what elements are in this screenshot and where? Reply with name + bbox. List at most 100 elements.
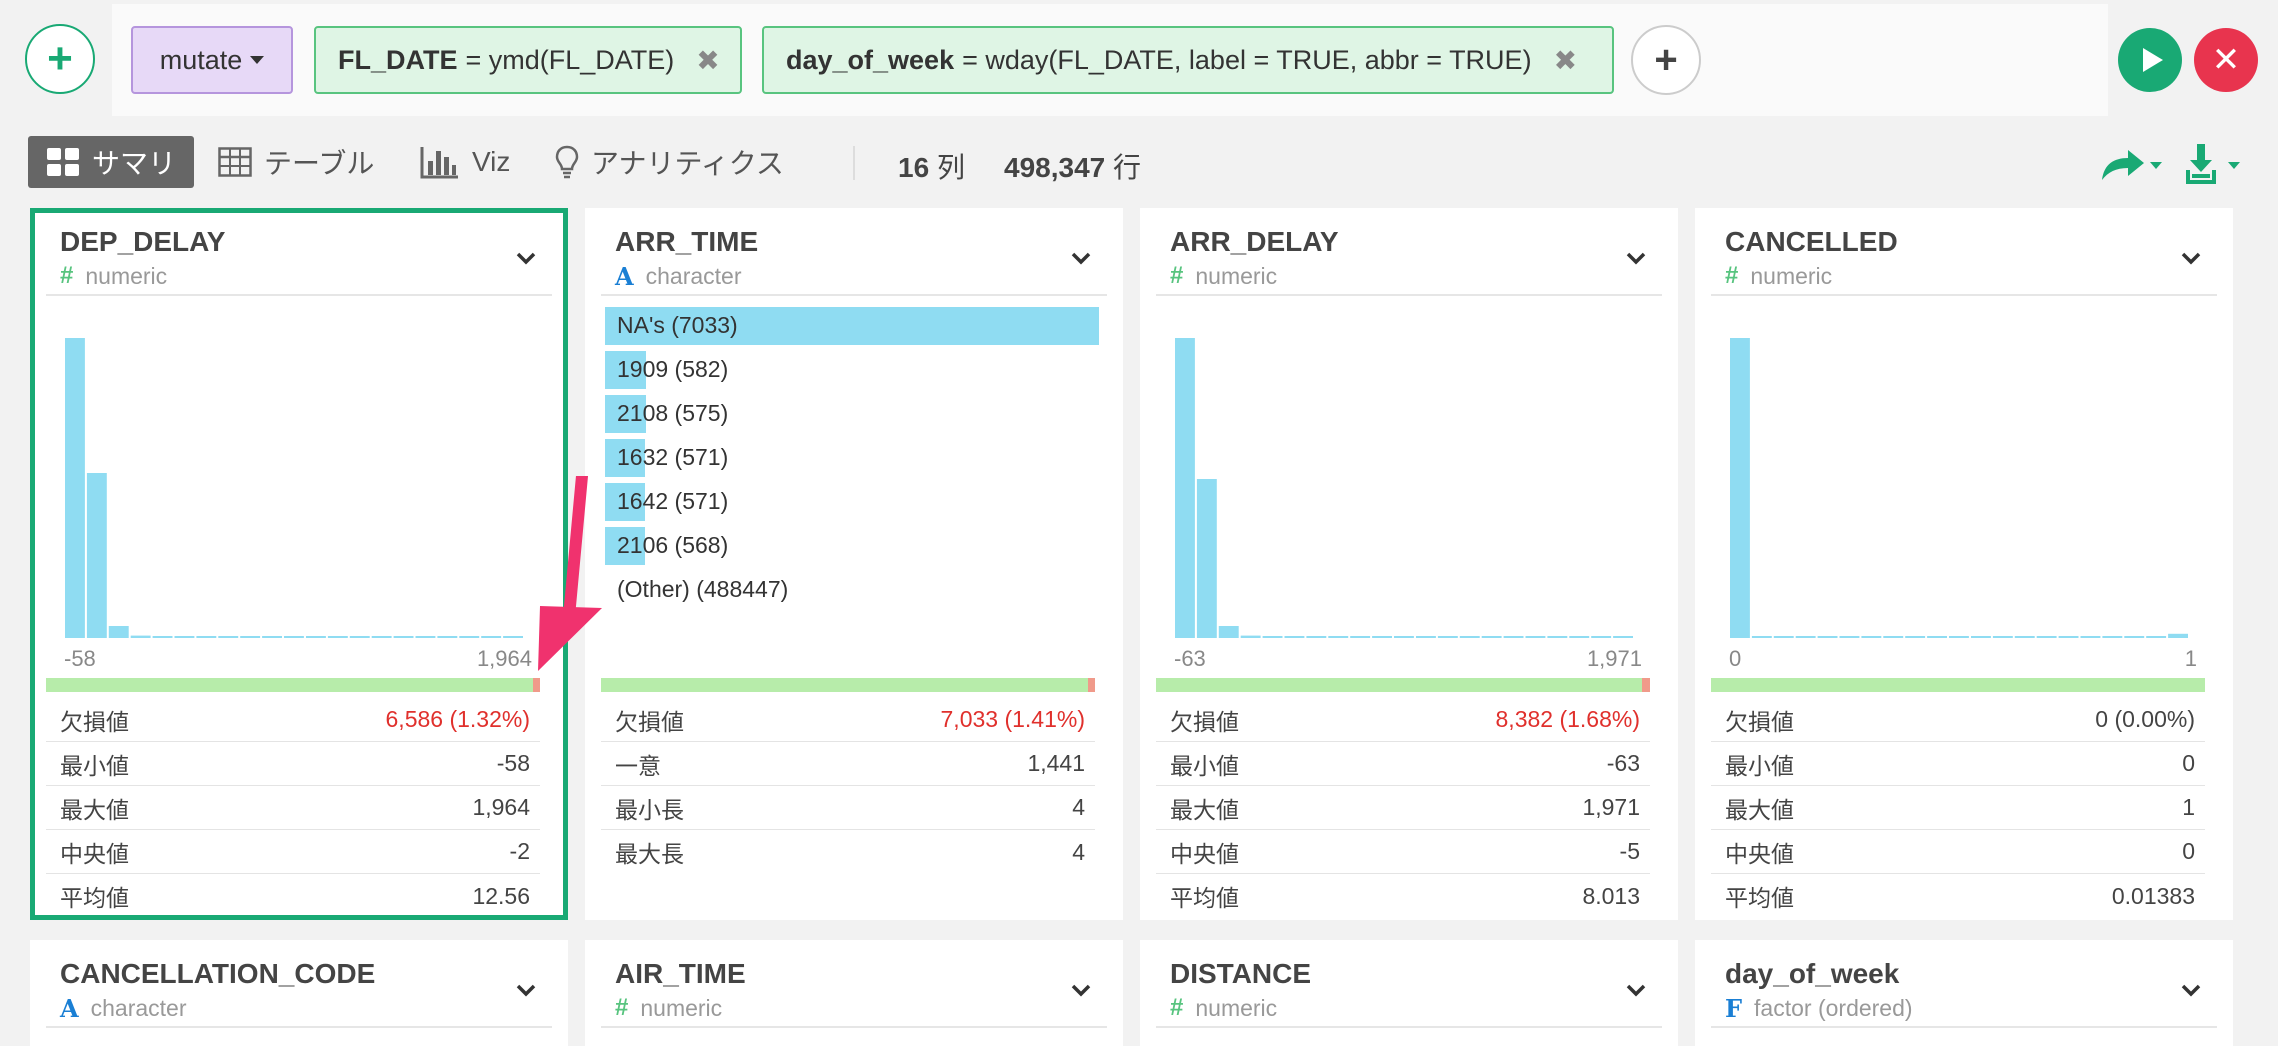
chevron-down-icon[interactable] — [516, 980, 536, 1000]
histogram-bar[interactable] — [174, 636, 195, 638]
histogram-bar[interactable] — [284, 636, 304, 638]
histogram-bar[interactable] — [415, 636, 436, 638]
tab-analytics[interactable]: アナリティクス — [555, 136, 784, 188]
histogram-bar[interactable] — [1416, 636, 1436, 638]
histogram-bar[interactable] — [393, 636, 414, 638]
histogram-bar[interactable] — [1240, 635, 1261, 638]
chevron-down-icon[interactable] — [2181, 980, 2201, 1000]
histogram-bar[interactable] — [1372, 636, 1392, 638]
histogram-bar[interactable] — [240, 636, 261, 638]
histogram-bar[interactable] — [1284, 636, 1305, 638]
histogram-bar[interactable] — [1992, 636, 2013, 638]
histogram-bar[interactable] — [371, 636, 392, 638]
top-value-row[interactable]: 1632 (571) — [605, 436, 1099, 480]
histogram-bar[interactable] — [1883, 636, 1904, 638]
histogram-bar[interactable] — [1927, 636, 1947, 638]
histogram-bar[interactable] — [459, 636, 480, 638]
histogram-bar[interactable] — [130, 635, 151, 638]
histogram-bar[interactable] — [1613, 636, 1633, 638]
column-card-day-of-week[interactable]: day_of_week Ffactor (ordered) — [1695, 940, 2233, 1046]
histogram-bar[interactable] — [1971, 636, 1991, 638]
histogram-bar[interactable] — [503, 636, 523, 638]
histogram-bar[interactable] — [1262, 636, 1283, 638]
remove-token-icon[interactable]: ✖ — [1554, 44, 1577, 77]
histogram-bar[interactable] — [1218, 626, 1239, 638]
chevron-down-icon[interactable] — [1626, 980, 1646, 1000]
add-step-button[interactable]: + — [25, 24, 95, 94]
histogram-bar[interactable] — [349, 636, 370, 638]
histogram-bar[interactable] — [1306, 636, 1327, 638]
histogram-bar[interactable] — [1817, 636, 1838, 638]
histogram-bar[interactable] — [1196, 479, 1217, 638]
histogram-bar[interactable] — [1394, 636, 1414, 638]
histogram-bar[interactable] — [1795, 636, 1816, 638]
top-value-row[interactable]: 1642 (571) — [605, 480, 1099, 524]
export-dropdown[interactable] — [2182, 142, 2252, 188]
column-card-dep-delay[interactable]: DEP_DELAY # numeric -58 1,964 欠損値 6,586 (1.32%… — [30, 208, 568, 920]
tab-viz[interactable]: Viz — [420, 136, 510, 188]
histogram-bar[interactable] — [2036, 636, 2057, 638]
column-card-air-time[interactable]: AIR_TIME # numeric — [585, 940, 1123, 1046]
histogram-bar[interactable] — [2146, 636, 2167, 638]
histogram-bar[interactable] — [1437, 636, 1458, 638]
histogram-bar[interactable] — [218, 636, 239, 638]
histogram-bar[interactable] — [1861, 636, 1882, 638]
top-value-row[interactable]: NA's (7033) — [605, 304, 1099, 348]
histogram-bar[interactable] — [1175, 338, 1195, 638]
histogram-bar[interactable] — [2080, 636, 2101, 638]
run-button[interactable] — [2118, 28, 2182, 92]
column-card-arr-time[interactable]: ARR_TIME Acharacter NA's (7033) 1909 (582) 2… — [585, 208, 1123, 920]
histogram-bar[interactable] — [2124, 636, 2145, 638]
mutate-token-day-of-week[interactable]: day_of_week = wday(FL_DATE, label = TRUE… — [762, 26, 1614, 94]
histogram-bar[interactable] — [1839, 636, 1860, 638]
histogram-bar[interactable] — [1503, 636, 1524, 638]
histogram-bar[interactable] — [108, 626, 129, 638]
chevron-down-icon[interactable] — [1071, 980, 1091, 1000]
cancel-button[interactable]: ✕ — [2194, 28, 2258, 92]
top-value-row[interactable]: 1909 (582) — [605, 348, 1099, 392]
column-card-arr-delay[interactable]: ARR_DELAY # numeric -63 1,971 欠損値 8,382 (1.68%… — [1140, 208, 1678, 920]
top-value-row[interactable]: 2106 (568) — [605, 524, 1099, 568]
histogram-bar[interactable] — [1459, 636, 1480, 638]
histogram-bar[interactable] — [1569, 636, 1590, 638]
top-value-row[interactable]: (Other) (488447) — [605, 568, 1099, 612]
histogram-bar[interactable] — [481, 636, 502, 638]
histogram-bar[interactable] — [2014, 636, 2035, 638]
histogram-bar[interactable] — [1547, 636, 1568, 638]
histogram-bar[interactable] — [1328, 636, 1349, 638]
share-dropdown[interactable] — [2098, 146, 2168, 186]
tab-summary[interactable]: サマリ — [28, 136, 195, 188]
histogram-bar[interactable] — [65, 338, 85, 638]
add-token-button[interactable]: + — [1631, 25, 1701, 95]
column-card-distance[interactable]: DISTANCE # numeric — [1140, 940, 1678, 1046]
remove-token-icon[interactable]: ✖ — [696, 44, 719, 77]
chevron-down-icon[interactable] — [1626, 248, 1646, 268]
command-dropdown[interactable]: mutate — [131, 26, 293, 94]
top-value-row[interactable]: 2108 (575) — [605, 392, 1099, 436]
histogram-bar[interactable] — [1591, 636, 1612, 638]
histogram-bar[interactable] — [437, 636, 458, 638]
histogram-bar[interactable] — [1730, 338, 1750, 638]
mutate-token-fl-date[interactable]: FL_DATE = ymd(FL_DATE) ✖ — [314, 26, 742, 94]
histogram-bar[interactable] — [1905, 636, 1926, 638]
chevron-down-icon[interactable] — [516, 248, 536, 268]
histogram-bar[interactable] — [2102, 636, 2123, 638]
column-card-cancelled[interactable]: CANCELLED # numeric 0 1 欠損値 0 (0.00%) 最小値 0 最大値 1 中… — [1695, 208, 2233, 920]
histogram-bar[interactable] — [1949, 636, 1969, 638]
histogram-bar[interactable] — [1773, 636, 1794, 638]
chevron-down-icon[interactable] — [1071, 248, 1091, 268]
histogram-bar[interactable] — [2168, 633, 2188, 638]
histogram-bar[interactable] — [2058, 636, 2079, 638]
histogram-bar[interactable] — [306, 636, 326, 638]
chevron-down-icon[interactable] — [2181, 248, 2201, 268]
histogram-bar[interactable] — [262, 636, 282, 638]
histogram-bar[interactable] — [1751, 636, 1772, 638]
tab-table[interactable]: テーブル — [218, 136, 374, 188]
histogram-bar[interactable] — [196, 636, 217, 638]
histogram-bar[interactable] — [327, 636, 348, 638]
histogram-bar[interactable] — [152, 636, 173, 638]
histogram-bar[interactable] — [1481, 636, 1502, 638]
column-card-cancellation-code[interactable]: CANCELLATION_CODE Acharacter — [30, 940, 568, 1046]
histogram-bar[interactable] — [86, 473, 107, 638]
histogram-bar[interactable] — [1350, 636, 1371, 638]
